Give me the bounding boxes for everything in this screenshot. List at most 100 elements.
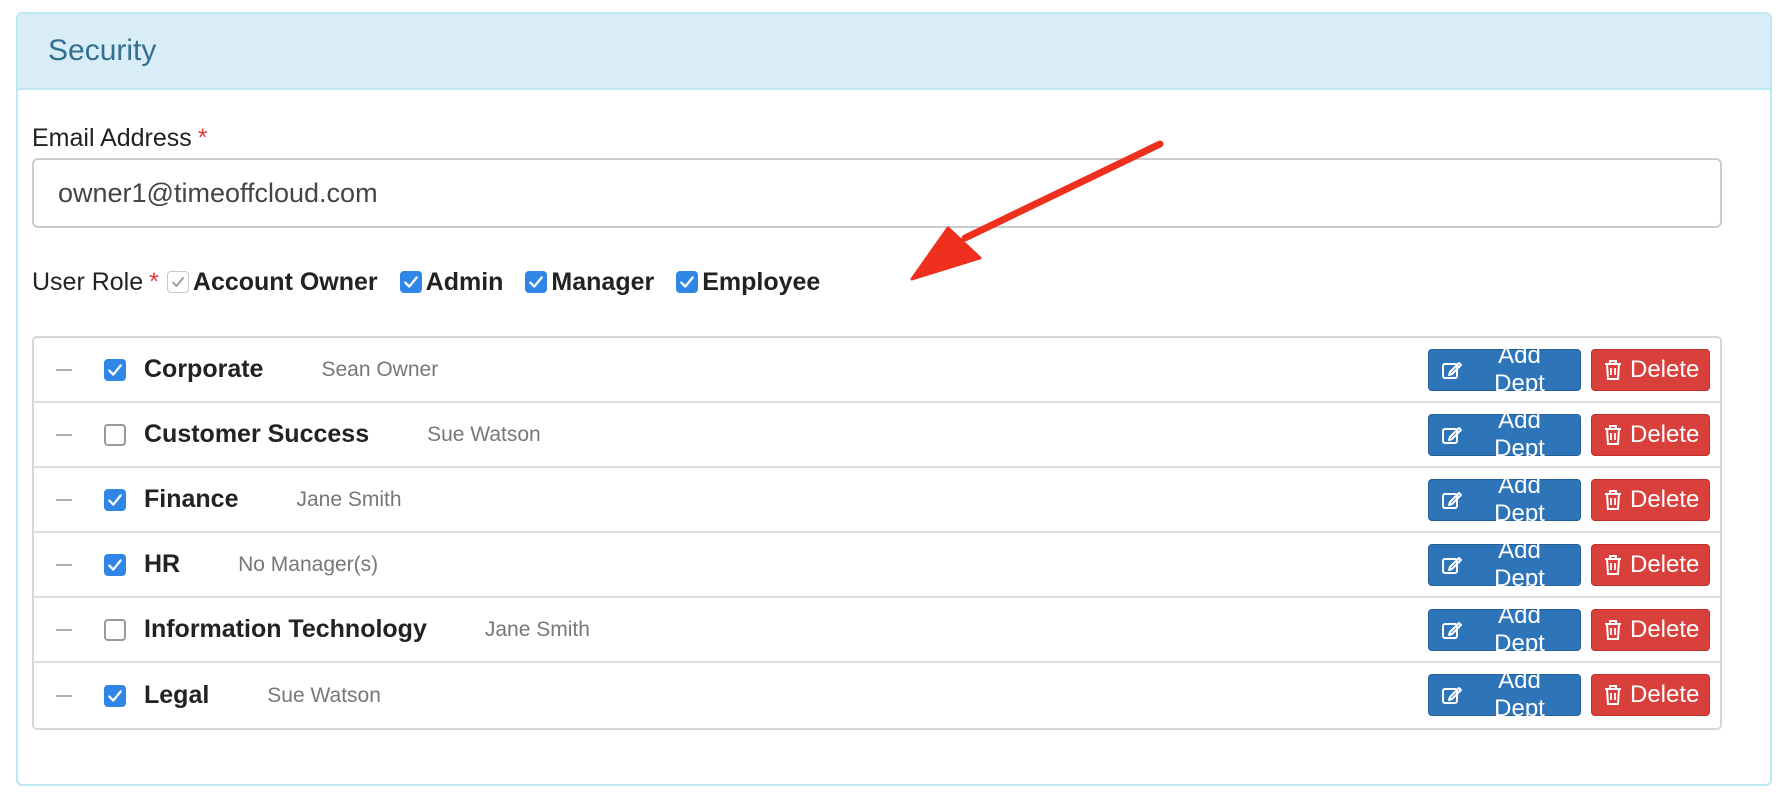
email-label: Email Address *	[32, 124, 208, 153]
drag-handle-icon[interactable]	[56, 433, 72, 436]
department-manager: Sean Owner	[321, 357, 439, 381]
check-icon	[529, 276, 544, 288]
department-manager: No Manager(s)	[238, 552, 379, 576]
role-account-owner[interactable]: Account Owner	[166, 267, 378, 297]
department-manager: Jane Smith	[484, 617, 590, 641]
drag-handle-icon[interactable]	[56, 628, 72, 631]
department-name: Legal	[144, 681, 210, 709]
panel-heading: Security	[18, 14, 1770, 90]
department-name: Information Technology	[144, 615, 427, 643]
user-role-row: User Role * Account Owner Admin Manager …	[32, 262, 842, 302]
delete-button[interactable]: Delete	[1591, 349, 1710, 391]
delete-label: Delete	[1630, 356, 1700, 383]
department-checkbox[interactable]	[104, 553, 126, 576]
check-icon	[108, 558, 122, 571]
edit-icon	[1442, 622, 1462, 639]
email-label-text: Email Address	[32, 124, 192, 152]
drag-handle-icon[interactable]	[56, 368, 72, 371]
add-dept-button[interactable]: Add Dept	[1428, 407, 1581, 462]
department-name: Finance	[144, 485, 239, 513]
panel-title: Security	[48, 34, 157, 67]
row-actions: Add Dept Delete	[1428, 472, 1710, 527]
row-actions: Add Dept Delete	[1428, 667, 1710, 722]
delete-button[interactable]: Delete	[1591, 674, 1710, 716]
delete-label: Delete	[1630, 486, 1700, 513]
department-name: HR	[144, 550, 181, 578]
department-checkbox[interactable]	[104, 684, 126, 707]
drag-handle-icon[interactable]	[56, 498, 72, 501]
check-icon	[108, 689, 122, 702]
department-checkbox[interactable]	[104, 488, 126, 511]
role-admin[interactable]: Admin	[399, 267, 504, 297]
delete-button[interactable]: Delete	[1591, 609, 1710, 651]
table-row: Legal Sue Watson Add Dept Delete	[34, 663, 1720, 728]
row-actions: Add Dept Delete	[1428, 602, 1710, 657]
role-employee[interactable]: Employee	[676, 268, 820, 297]
role-label: Account Owner	[192, 267, 378, 296]
check-icon	[680, 276, 695, 288]
department-name: Customer Success	[144, 420, 370, 448]
department-checkbox[interactable]	[104, 618, 126, 641]
trash-icon	[1605, 685, 1621, 705]
add-dept-button[interactable]: Add Dept	[1428, 667, 1581, 722]
add-dept-label: Add Dept	[1494, 537, 1545, 592]
row-actions: Add Dept Delete	[1428, 342, 1710, 397]
role-manager[interactable]: Manager	[525, 268, 654, 297]
checkbox-account-owner[interactable]	[166, 271, 189, 293]
add-dept-button[interactable]: Add Dept	[1428, 342, 1581, 397]
trash-icon	[1605, 360, 1621, 380]
add-dept-button[interactable]: Add Dept	[1428, 472, 1581, 527]
role-label: Manager	[551, 267, 655, 296]
add-dept-label: Add Dept	[1494, 407, 1545, 462]
required-marker: *	[149, 267, 159, 296]
drag-handle-icon[interactable]	[56, 563, 72, 566]
department-list: Corporate Sean Owner Add Dept Delete Custome…	[32, 336, 1722, 730]
table-row: HR No Manager(s) Add Dept Delete	[34, 533, 1720, 598]
department-manager: Sue Watson	[427, 422, 541, 446]
add-dept-label: Add Dept	[1494, 472, 1545, 527]
delete-label: Delete	[1630, 616, 1700, 643]
delete-button[interactable]: Delete	[1591, 414, 1710, 456]
check-icon	[108, 363, 122, 376]
table-row: Information Technology Jane Smith Add Dept…	[34, 598, 1720, 663]
table-row: Finance Jane Smith Add Dept Delete	[34, 468, 1720, 533]
row-actions: Add Dept Delete	[1428, 407, 1710, 462]
email-field[interactable]	[32, 158, 1722, 228]
check-icon	[403, 276, 418, 288]
role-label: Employee	[702, 267, 821, 296]
delete-button[interactable]: Delete	[1591, 479, 1710, 521]
delete-label: Delete	[1630, 421, 1700, 448]
user-role-label: User Role	[32, 267, 144, 296]
department-manager: Jane Smith	[296, 487, 402, 511]
check-icon	[108, 493, 122, 506]
department-checkbox[interactable]	[104, 423, 126, 446]
trash-icon	[1605, 425, 1621, 445]
department-checkbox[interactable]	[104, 358, 126, 381]
department-name: Corporate	[144, 355, 264, 383]
row-actions: Add Dept Delete	[1428, 537, 1710, 592]
add-dept-label: Add Dept	[1494, 667, 1545, 722]
checkbox-manager[interactable]	[525, 271, 548, 293]
add-dept-button[interactable]: Add Dept	[1428, 602, 1581, 657]
table-row: Customer Success Sue Watson Add Dept Delete	[34, 403, 1720, 468]
department-manager: Sue Watson	[267, 683, 381, 707]
edit-icon	[1442, 492, 1462, 509]
trash-icon	[1605, 555, 1621, 575]
edit-icon	[1442, 362, 1462, 379]
delete-label: Delete	[1630, 681, 1700, 708]
checkbox-employee[interactable]	[676, 271, 699, 293]
delete-button[interactable]: Delete	[1591, 544, 1710, 586]
add-dept-button[interactable]: Add Dept	[1428, 537, 1581, 592]
table-row: Corporate Sean Owner Add Dept Delete	[34, 338, 1720, 403]
checkbox-admin[interactable]	[399, 271, 422, 293]
check-icon	[171, 277, 184, 287]
required-marker: *	[197, 124, 208, 152]
edit-icon	[1442, 557, 1462, 574]
drag-handle-icon[interactable]	[56, 694, 72, 697]
edit-icon	[1442, 687, 1462, 704]
add-dept-label: Add Dept	[1494, 602, 1545, 657]
trash-icon	[1605, 620, 1621, 640]
edit-icon	[1442, 427, 1462, 444]
add-dept-label: Add Dept	[1494, 342, 1545, 397]
role-label: Admin	[425, 267, 504, 296]
